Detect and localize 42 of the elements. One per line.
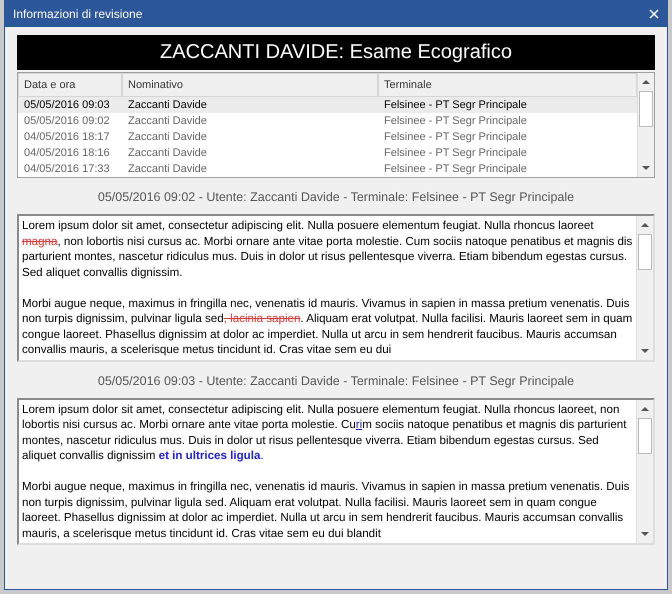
close-icon[interactable]	[649, 9, 659, 19]
scrollbar[interactable]	[636, 400, 653, 543]
table-cell-text: 04/05/2016 17:33	[23, 162, 111, 177]
table-cell-text: Zaccanti Davide	[127, 114, 208, 129]
window-title: Informazioni di revisione	[13, 7, 142, 21]
scroll-down-arrow-icon[interactable]	[640, 529, 650, 539]
table-cell-text: Zaccanti Davide	[127, 162, 208, 177]
table-cell-text: Zaccanti Davide	[127, 130, 208, 145]
revision-heading: 05/05/2016 09:03 - Utente: Zaccanti Davide - Terminale: Felsinee - PT Segr Principale	[96, 374, 576, 388]
table-cell-text: Felsinee - PT Segr Principale	[383, 130, 528, 145]
scrollbar[interactable]	[637, 73, 654, 177]
scrollbar[interactable]	[636, 216, 653, 360]
revision-row[interactable]: 04/05/2016 17:33 Zaccanti Davide Felsinee - PT Segr Principale	[18, 161, 637, 177]
scroll-up-arrow-icon[interactable]	[641, 77, 651, 87]
paragraph: Lorem ipsum dolor sit amet, consectetur adipiscing elit. Nulla posuere elementum feugiat. Nulla rhoncus laoreet magna, non lobortis nisi cursus ac. Morbi ornare ante vitae porta molestie. Cum sociis natoque penatibus et magnis dis parturient montes, nascetur ridiculus mus. Duis in dolor ut risus pellentesque viverra. Etiam bibendum egestas cursus. Sed aliquet convallis dignissim.	[22, 218, 633, 280]
column-header[interactable]: Terminale	[378, 73, 637, 97]
scrollbar-thumb[interactable]	[638, 234, 652, 270]
table-cell-text: 04/05/2016 18:17	[23, 130, 111, 145]
table-cell-text: Felsinee - PT Segr Principale	[383, 162, 528, 177]
paragraph: Lorem ipsum dolor sit amet, consectetur adipiscing elit. Nulla posuere elementum feugiat. Nulla rhoncus laoreet, non lobortis nisi cursus ac. Morbi ornare ante vitae porta molestie. Curim sociis natoque penatibus et magnis dis parturient montes, nascetur ridiculus mus. Duis in dolor ut risus pellentesque viverra. Etiam bibendum egestas cursus. Sed aliquet convallis dignissim et in ultrices ligula.	[22, 402, 628, 464]
scroll-down-arrow-icon[interactable]	[641, 163, 651, 173]
revision-row[interactable]: 04/05/2016 18:17 Zaccanti Davide Felsinee - PT Segr Principale	[18, 129, 637, 145]
table-cell-text: 04/05/2016 18:16	[23, 146, 111, 161]
scroll-up-arrow-icon[interactable]	[640, 220, 650, 230]
column-header[interactable]: Nominativo	[122, 73, 378, 97]
paragraph: Morbi augue neque, maximus in fringilla nec, venenatis id mauris. Vivamus in sapien in massa pretium venenatis. Duis non turpis dignissim, pulvinar ligula sed, lacinia sapien. Aliquam erat volutpat. Nulla facilisi. Mauris laoreet sem in quam congue laoreet. Phasellus dignissim at dolor ac imperdiet. Nulla ut arcu in sem hendrerit faucibus. Mauris accumsan convallis mauris, a scelerisque metus tincidunt id. Cras vitae sem eu dui	[22, 296, 633, 358]
revision-row[interactable]: 05/05/2016 09:03 Zaccanti Davide Felsinee - PT Segr Principale	[18, 97, 637, 113]
column-header[interactable]: Data e ora	[18, 73, 122, 97]
revision-row[interactable]: 05/05/2016 09:02 Zaccanti Davide Felsinee - PT Segr Principale	[18, 113, 637, 129]
table-cell-text: Felsinee - PT Segr Principale	[383, 146, 528, 161]
paragraph: Morbi augue neque, maximus in fringilla nec, venenatis id mauris. Vivamus in sapien in massa pretium venenatis. Duis non turpis dignissim, pulvinar ligula sed. Aliquam erat volutpat. Nulla facilisi. Mauris laoreet sem in quam congue laoreet. Phasellus dignissim at dolor ac imperdiet. Nulla ut arcu in sem hendrerit faucibus. Mauris accumsan convallis mauris, a scelerisque metus tincidunt id. Cras vitae sem eu dui blandit	[22, 479, 630, 541]
table-cell-text: Felsinee - PT Segr Principale	[383, 114, 528, 129]
revision-row[interactable]: 04/05/2016 18:16 Zaccanti Davide Felsinee - PT Segr Principale	[18, 145, 637, 161]
scrollbar-thumb[interactable]	[639, 91, 653, 127]
scrollbar-thumb[interactable]	[638, 418, 652, 454]
table-cell-text: Felsinee - PT Segr Principale	[383, 98, 528, 113]
table-cell-text: 05/05/2016 09:03	[23, 98, 111, 113]
table-cell-text: 05/05/2016 09:02	[23, 114, 111, 129]
patient-banner: ZACCANTI DAVIDE: Esame Ecografico	[17, 35, 655, 70]
revision-heading: 05/05/2016 09:02 - Utente: Zaccanti Davide - Terminale: Felsinee - PT Segr Principale	[96, 190, 576, 204]
table-cell-text: Zaccanti Davide	[127, 98, 208, 113]
table-cell-text: Zaccanti Davide	[127, 146, 208, 161]
